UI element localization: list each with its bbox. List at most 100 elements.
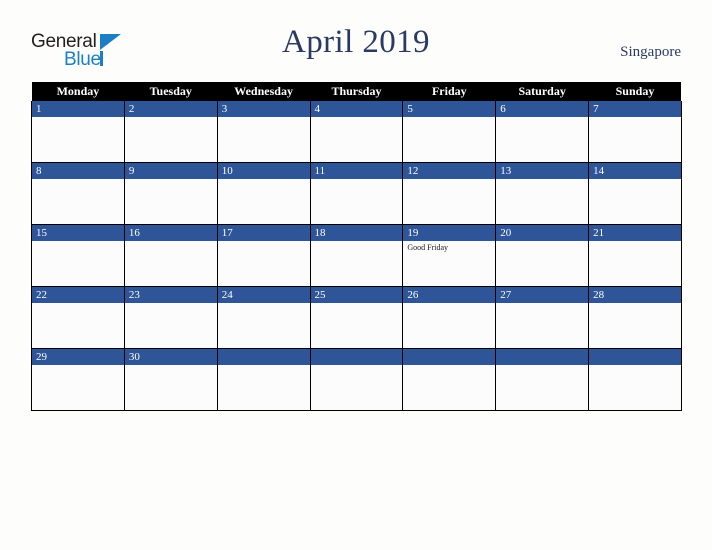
day-number <box>217 349 310 365</box>
calendar-day-cell[interactable]: 28 <box>588 286 682 349</box>
day-number <box>589 349 681 365</box>
calendar-week-row: 15 16 17 18 19 Good Friday 20 21 <box>31 224 682 287</box>
calendar-day-cell[interactable]: 30 <box>123 348 218 411</box>
day-event <box>496 365 588 367</box>
day-number <box>496 349 589 365</box>
weekday-header-thursday: Thursday <box>310 82 403 101</box>
weekday-header-tuesday: Tuesday <box>124 82 218 101</box>
day-number: 10 <box>217 163 310 179</box>
day-event <box>589 179 681 181</box>
day-number: 5 <box>403 101 496 117</box>
day-number: 3 <box>217 101 310 117</box>
day-number <box>403 349 496 365</box>
day-event <box>218 117 310 119</box>
calendar-day-cell[interactable]: 7 <box>588 101 682 163</box>
calendar-week-row: 29 30 <box>31 348 682 411</box>
calendar-day-cell[interactable]: 9 <box>123 162 218 225</box>
day-event <box>403 303 495 305</box>
day-number: 14 <box>589 163 681 179</box>
day-event <box>311 179 403 181</box>
calendar-day-cell[interactable]: 21 <box>588 224 682 287</box>
calendar-day-cell[interactable]: 25 <box>309 286 404 349</box>
calendar-day-cell[interactable] <box>495 348 590 411</box>
day-number: 15 <box>32 225 124 241</box>
calendar-day-cell[interactable] <box>309 348 404 411</box>
calendar-day-cell[interactable]: 17 <box>216 224 311 287</box>
day-number: 22 <box>32 287 124 303</box>
day-event <box>32 303 124 305</box>
day-event <box>403 365 495 367</box>
day-event <box>32 365 124 367</box>
calendar-day-cell[interactable]: 2 <box>123 101 218 163</box>
day-number: 30 <box>124 349 217 365</box>
weekday-header-sunday: Sunday <box>588 82 682 101</box>
calendar-day-cell[interactable]: 22 <box>31 286 125 349</box>
day-event <box>32 179 124 181</box>
calendar-day-cell[interactable]: 14 <box>588 162 682 225</box>
day-event <box>218 179 310 181</box>
calendar-day-cell[interactable]: 1 <box>31 101 125 163</box>
calendar-day-cell[interactable]: 27 <box>495 286 590 349</box>
day-number: 17 <box>217 225 310 241</box>
calendar-day-cell[interactable]: 12 <box>402 162 497 225</box>
day-event <box>125 365 217 367</box>
day-number: 4 <box>310 101 403 117</box>
day-event <box>311 241 403 243</box>
day-event <box>311 117 403 119</box>
calendar-day-cell[interactable]: 23 <box>123 286 218 349</box>
page-header: General Blue April 2019 Singapore <box>0 0 712 82</box>
calendar-week-row: 1 2 3 4 5 6 7 <box>31 101 682 163</box>
weekday-header-saturday: Saturday <box>495 82 589 101</box>
day-event <box>589 241 681 243</box>
calendar-day-cell[interactable]: 8 <box>31 162 125 225</box>
calendar-day-cell[interactable]: 5 <box>402 101 497 163</box>
calendar-body: 1 2 3 4 5 6 7 8 9 10 11 12 13 14 15 16 1… <box>31 101 682 411</box>
day-number: 27 <box>496 287 589 303</box>
calendar-day-cell[interactable]: 4 <box>309 101 404 163</box>
calendar-day-cell[interactable] <box>588 348 682 411</box>
day-event <box>403 117 495 119</box>
day-event <box>496 179 588 181</box>
day-number: 24 <box>217 287 310 303</box>
day-event <box>218 365 310 367</box>
day-event <box>32 241 124 243</box>
calendar-day-cell[interactable] <box>216 348 311 411</box>
calendar-day-cell[interactable]: 11 <box>309 162 404 225</box>
calendar-day-cell[interactable] <box>402 348 497 411</box>
day-number: 25 <box>310 287 403 303</box>
calendar-day-cell[interactable]: 13 <box>495 162 590 225</box>
calendar-day-cell[interactable]: 29 <box>31 348 125 411</box>
day-number: 23 <box>124 287 217 303</box>
day-number: 11 <box>310 163 403 179</box>
calendar-day-cell[interactable]: 18 <box>309 224 404 287</box>
calendar-day-cell[interactable]: 16 <box>123 224 218 287</box>
day-event <box>496 241 588 243</box>
calendar-day-cell[interactable]: 20 <box>495 224 590 287</box>
day-number: 7 <box>589 101 681 117</box>
day-event <box>403 179 495 181</box>
day-number: 18 <box>310 225 403 241</box>
day-number: 1 <box>32 101 124 117</box>
weekday-header-friday: Friday <box>402 82 496 101</box>
day-number: 19 <box>403 225 496 241</box>
day-event <box>218 303 310 305</box>
calendar-week-row: 22 23 24 25 26 27 28 <box>31 286 682 349</box>
day-event <box>311 303 403 305</box>
weekday-header-wednesday: Wednesday <box>217 82 311 101</box>
day-event <box>589 365 681 367</box>
calendar-day-cell[interactable]: 15 <box>31 224 125 287</box>
calendar-day-cell[interactable]: 19 Good Friday <box>402 224 497 287</box>
page-title: April 2019 <box>282 24 430 60</box>
day-number: 8 <box>32 163 124 179</box>
weekday-header-monday: Monday <box>31 82 125 101</box>
calendar-day-cell[interactable]: 6 <box>495 101 590 163</box>
calendar-day-cell[interactable]: 26 <box>402 286 497 349</box>
calendar-day-cell[interactable]: 3 <box>216 101 311 163</box>
day-event <box>311 365 403 367</box>
day-number <box>310 349 403 365</box>
day-number: 21 <box>589 225 681 241</box>
calendar-day-cell[interactable]: 24 <box>216 286 311 349</box>
calendar-day-cell[interactable]: 10 <box>216 162 311 225</box>
day-number: 12 <box>403 163 496 179</box>
day-number: 2 <box>124 101 217 117</box>
